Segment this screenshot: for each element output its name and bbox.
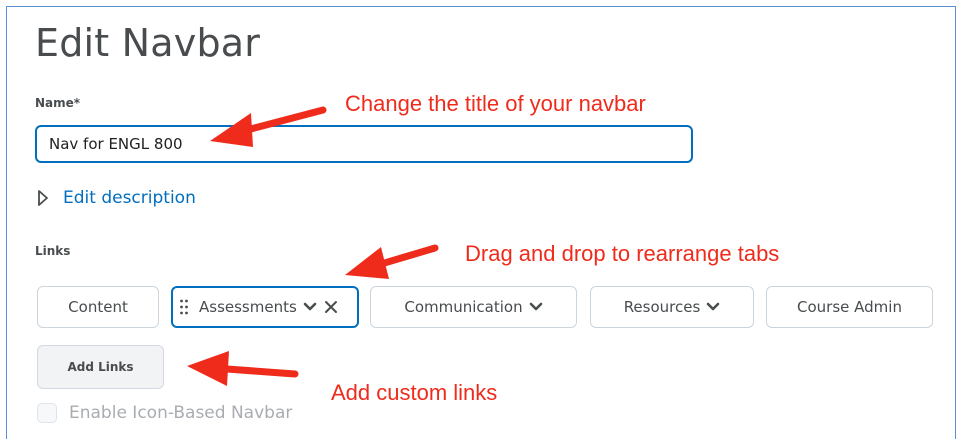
navbar-name-input[interactable] bbox=[35, 125, 693, 163]
caret-right-icon bbox=[37, 189, 49, 207]
edit-description-link[interactable]: Edit description bbox=[63, 188, 196, 208]
link-tab-communication[interactable]: Communication bbox=[370, 286, 577, 328]
link-tab-label: Assessments bbox=[199, 298, 297, 316]
link-tab-assessments[interactable]: Assessments bbox=[171, 286, 359, 328]
chevron-down-icon[interactable] bbox=[706, 302, 720, 312]
edit-description-toggle[interactable]: Edit description bbox=[37, 188, 196, 208]
required-marker: * bbox=[73, 96, 81, 110]
navbar-editor-panel: Edit Navbar Name* Edit description Links… bbox=[6, 6, 956, 439]
link-tab-label: Course Admin bbox=[797, 298, 902, 316]
icon-navbar-option: Enable Icon-Based Navbar bbox=[37, 403, 292, 423]
close-icon[interactable] bbox=[324, 300, 338, 314]
icon-navbar-label: Enable Icon-Based Navbar bbox=[69, 403, 293, 423]
add-links-button[interactable]: Add Links bbox=[37, 345, 164, 389]
link-tab-label: Content bbox=[68, 298, 128, 316]
chevron-down-icon[interactable] bbox=[303, 302, 317, 312]
annotation-change-title: Change the title of your navbar bbox=[345, 91, 646, 116]
annotation-drag-drop: Drag and drop to rearrange tabs bbox=[465, 241, 780, 266]
arrow-to-links-row bbox=[345, 244, 439, 279]
link-tab-label: Resources bbox=[623, 298, 701, 316]
icon-navbar-checkbox[interactable] bbox=[37, 403, 57, 423]
navbar-links-list: Content Assessments Communication Resour… bbox=[37, 286, 937, 328]
link-tab-resources[interactable]: Resources bbox=[590, 286, 754, 328]
drag-handle-icon[interactable] bbox=[179, 298, 189, 316]
page-title: Edit Navbar bbox=[35, 21, 261, 65]
link-tab-label: Communication bbox=[404, 298, 523, 316]
links-label: Links bbox=[35, 244, 71, 258]
link-tab-content[interactable]: Content bbox=[37, 286, 159, 328]
name-field-label: Name* bbox=[35, 96, 80, 110]
name-label-text: Name bbox=[35, 96, 74, 110]
arrow-to-add-links bbox=[187, 351, 299, 386]
chevron-down-icon[interactable] bbox=[529, 302, 543, 312]
annotation-add-links: Add custom links bbox=[331, 380, 498, 405]
link-tab-course-admin[interactable]: Course Admin bbox=[766, 286, 933, 328]
